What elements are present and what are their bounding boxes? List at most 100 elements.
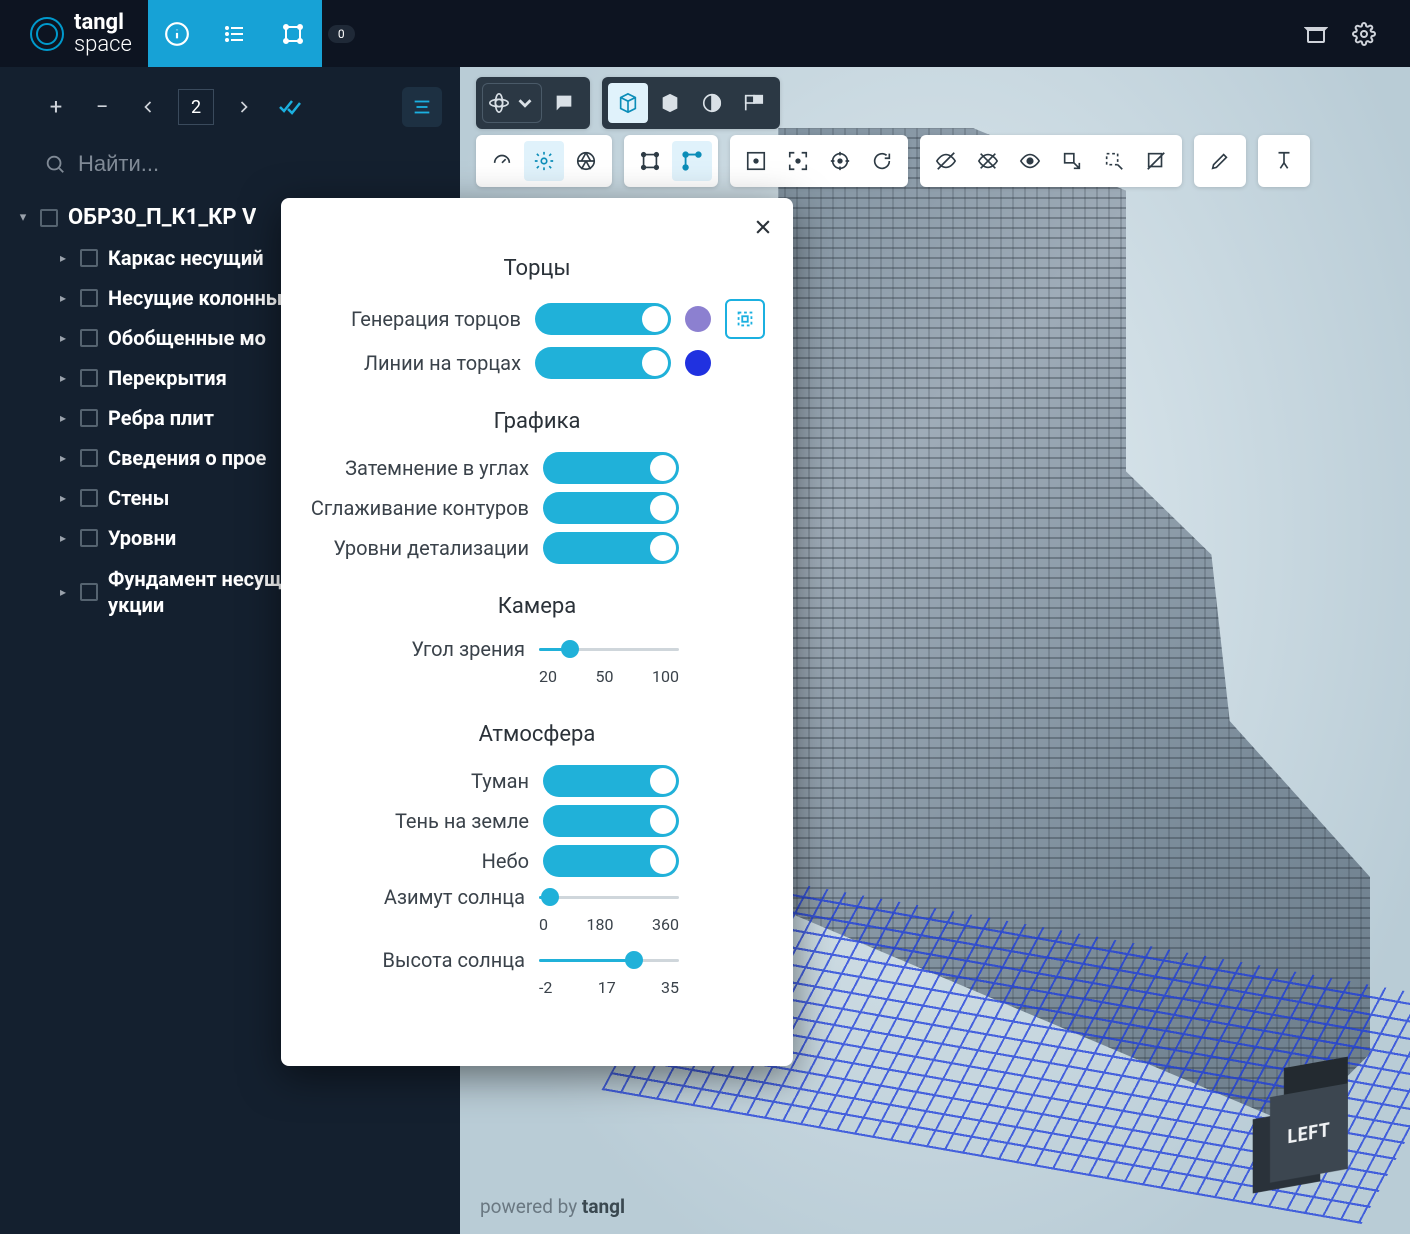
tree-item-label: Стены [108, 486, 169, 510]
fov-label: Угол зрения [411, 637, 525, 661]
fit-sel-button[interactable] [778, 141, 818, 181]
page-number[interactable]: 2 [178, 89, 214, 125]
fog-toggle[interactable] [543, 765, 679, 797]
hide-button[interactable] [926, 141, 966, 181]
speed-button[interactable] [482, 141, 522, 181]
sky-label: Небо [482, 849, 529, 873]
sidebar-toolbar: + − 2 [0, 77, 460, 137]
next-button[interactable] [228, 91, 260, 123]
logo[interactable]: tangl space [0, 0, 148, 67]
align-button[interactable] [402, 87, 442, 127]
search-input[interactable] [78, 151, 440, 177]
gen-ends-color[interactable] [685, 306, 711, 332]
list-tool[interactable] [206, 0, 264, 67]
sky-toggle[interactable] [543, 845, 679, 877]
aperture-button[interactable] [566, 141, 606, 181]
select-out-button[interactable] [1094, 141, 1134, 181]
corner-shade-toggle[interactable] [543, 452, 679, 484]
checkbox[interactable] [80, 329, 98, 347]
contour-smooth-label: Сглаживание контуров [311, 496, 529, 520]
checkbox[interactable] [80, 289, 98, 307]
close-button[interactable] [753, 216, 773, 244]
settings-icon[interactable] [1350, 20, 1378, 48]
view-wireframe-button[interactable] [608, 83, 648, 123]
checkbox[interactable] [80, 409, 98, 427]
logo-text: tangl space [74, 12, 132, 56]
expand-icon[interactable]: ▸ [56, 371, 70, 385]
no-select-button[interactable] [1136, 141, 1176, 181]
orbit-mode-combo[interactable] [482, 83, 542, 123]
hide-others-button[interactable] [968, 141, 1008, 181]
show-button[interactable] [1010, 141, 1050, 181]
topbar: tangl space 0 [0, 0, 1410, 67]
tree-item-label: Обобщенные мо [108, 326, 266, 350]
select-in-button[interactable] [1052, 141, 1092, 181]
end-lines-color[interactable] [685, 350, 711, 376]
brand-top: tangl [74, 12, 132, 34]
comment-button[interactable] [544, 83, 584, 123]
checkbox[interactable] [40, 209, 58, 227]
expand-icon[interactable]: ▸ [56, 331, 70, 345]
navcube-left-face[interactable]: LEFT [1270, 1083, 1348, 1183]
checkbox[interactable] [80, 449, 98, 467]
lod-label: Уровни детализации [333, 536, 529, 560]
view-flag-button[interactable] [734, 83, 774, 123]
view-solid-button[interactable] [650, 83, 690, 123]
end-lines-label: Линии на торцах [364, 351, 521, 375]
expand-icon[interactable]: ▸ [56, 411, 70, 425]
edges-button[interactable] [672, 141, 712, 181]
sun-az-slider[interactable] [539, 885, 679, 909]
checkbox[interactable] [80, 489, 98, 507]
settings-gear-button[interactable] [524, 141, 564, 181]
search-icon [44, 153, 66, 175]
ground-shadow-label: Тень на земле [395, 809, 529, 833]
checkall-button[interactable] [274, 91, 306, 123]
ground-shadow-toggle[interactable] [543, 805, 679, 837]
expand-icon[interactable]: ▸ [56, 291, 70, 305]
topbar-tools [148, 0, 322, 67]
fit-button[interactable] [736, 141, 776, 181]
badge: 0 [328, 25, 355, 43]
sun-alt-ticks: -2 17 35 [539, 978, 679, 997]
prev-button[interactable] [132, 91, 164, 123]
logo-icon [30, 17, 64, 51]
section-title-atmosphere: Атмосфера [309, 722, 765, 747]
anchor-button[interactable] [1264, 141, 1304, 181]
checkbox[interactable] [80, 249, 98, 267]
info-tool[interactable] [148, 0, 206, 67]
expand-icon[interactable]: ▸ [56, 531, 70, 545]
edit-button[interactable] [1200, 141, 1240, 181]
tree-item-label: Каркас несущий [108, 246, 264, 270]
add-button[interactable]: + [40, 91, 72, 123]
checkbox[interactable] [80, 369, 98, 387]
fov-ticks: 20 50 100 [539, 667, 679, 686]
sun-alt-slider[interactable] [539, 948, 679, 972]
expand-icon[interactable]: ▸ [56, 491, 70, 505]
view-contrast-button[interactable] [692, 83, 732, 123]
viewport-toolbar-1 [476, 77, 780, 129]
section-box-button[interactable] [630, 141, 670, 181]
expand-icon[interactable]: ▸ [56, 251, 70, 265]
checkbox[interactable] [80, 529, 98, 547]
collapse-icon[interactable]: ▾ [16, 210, 30, 225]
remove-button[interactable]: − [86, 91, 118, 123]
expand-icon[interactable]: ▸ [56, 451, 70, 465]
gen-ends-toggle[interactable] [535, 303, 671, 335]
refresh-button[interactable] [862, 141, 902, 181]
tree-item-label: Перекрытия [108, 366, 227, 390]
crop-tool[interactable] [264, 0, 322, 67]
sun-az-ticks: 0 180 360 [539, 915, 679, 934]
select-box-button[interactable] [725, 299, 765, 339]
lod-toggle[interactable] [543, 532, 679, 564]
expand-icon[interactable]: ▸ [56, 585, 70, 599]
search[interactable] [0, 137, 460, 191]
sun-az-label: Азимут солнца [384, 885, 525, 909]
archive-icon[interactable] [1302, 20, 1330, 48]
target-button[interactable] [820, 141, 860, 181]
contour-smooth-toggle[interactable] [543, 492, 679, 524]
end-lines-toggle[interactable] [535, 347, 671, 379]
checkbox[interactable] [80, 583, 98, 601]
navcube[interactable]: LEFT [1250, 1074, 1368, 1192]
fov-slider[interactable] [539, 637, 679, 661]
chevron-down-icon [514, 92, 536, 114]
